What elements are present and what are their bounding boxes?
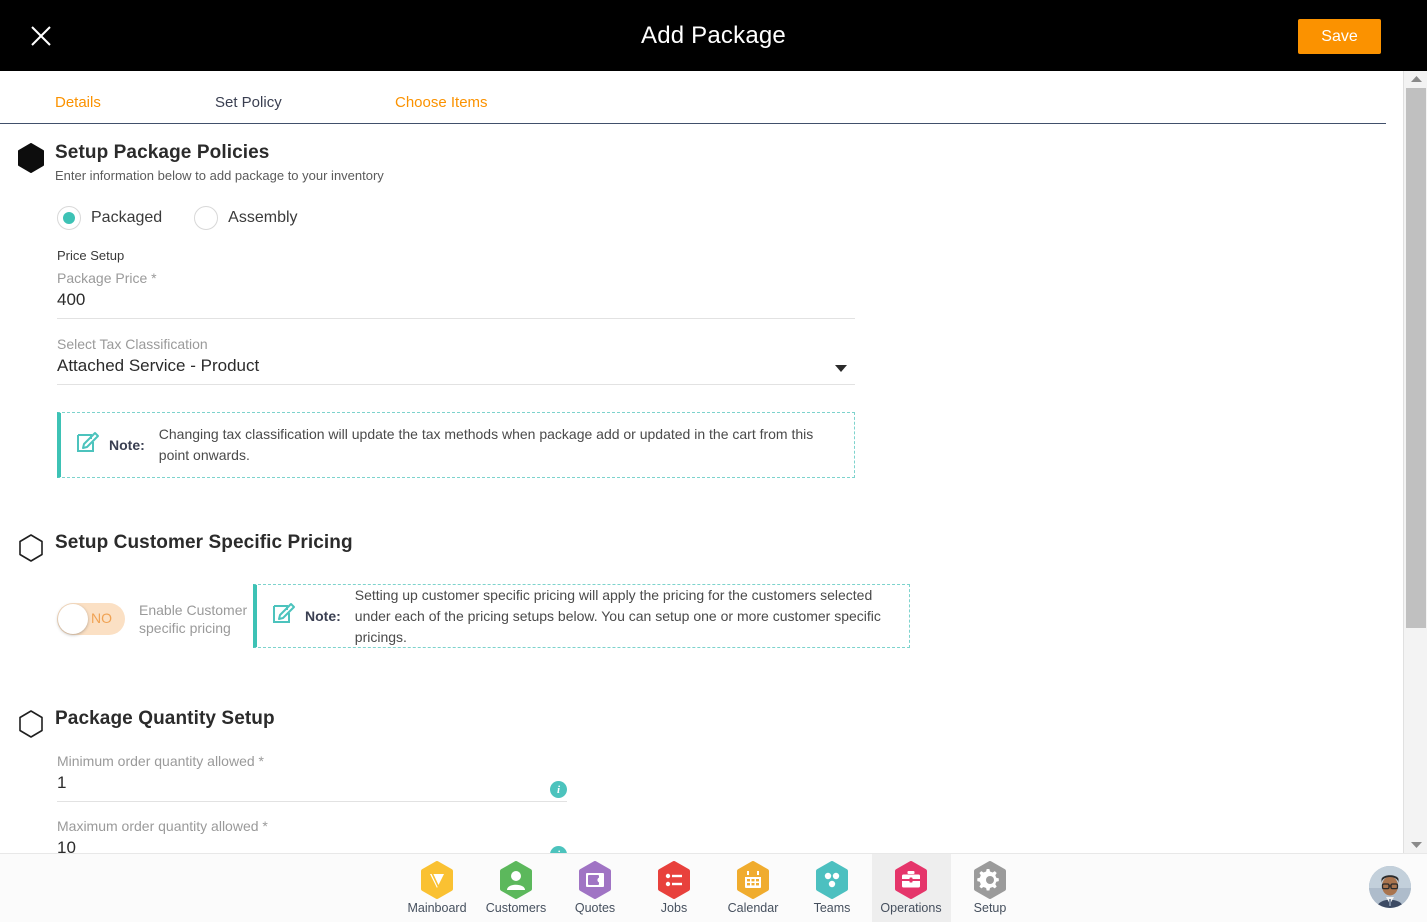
price-setup-caption: Price Setup (57, 248, 125, 263)
teams-icon (813, 861, 851, 899)
list-icon (655, 861, 693, 899)
radio-packaged-label[interactable]: Packaged (91, 209, 162, 227)
policy-form-scroll-area[interactable]: Setup Package Policies Enter information… (0, 124, 1403, 853)
nav-item-mainboard[interactable]: Mainboard (398, 854, 477, 922)
scrollbar-thumb[interactable] (1406, 88, 1426, 628)
vertical-scrollbar[interactable] (1403, 71, 1427, 853)
section-customer-pricing-header: Setup Customer Specific Pricing (17, 532, 353, 563)
radio-packaged-dot (63, 212, 75, 224)
nav-label: Teams (813, 901, 851, 915)
section-title: Setup Package Policies (55, 142, 270, 163)
nav-label: Customers (485, 901, 547, 915)
tax-classification-select[interactable]: Attached Service - Product (57, 352, 855, 385)
nav-label: Setup (973, 901, 1007, 915)
nav-item-teams[interactable]: Teams (793, 854, 872, 922)
tax-classification-label: Select Tax Classification (57, 336, 208, 352)
max-order-qty-label: Maximum order quantity allowed * (57, 818, 268, 834)
scroll-up-arrow-icon[interactable] (1404, 71, 1427, 87)
bottom-navigation-bar: Mainboard Customers Quotes Jobs Calendar… (0, 853, 1427, 922)
section-title: Setup Customer Specific Pricing (55, 532, 353, 553)
note-edit-icon (75, 430, 103, 461)
toggle-state-label: NO (91, 610, 112, 626)
calendar-icon (734, 861, 772, 899)
page-title: Add Package (641, 22, 786, 49)
nav-item-setup[interactable]: Setup (951, 854, 1030, 922)
nav-item-jobs[interactable]: Jobs (635, 854, 714, 922)
tax-note-box: Note: Changing tax classification will u… (57, 412, 855, 478)
note-text: Setting up customer specific pricing wil… (354, 586, 881, 645)
note-text: Changing tax classification will update … (158, 426, 814, 463)
nav-item-calendar[interactable]: Calendar (714, 854, 793, 922)
gear-icon (971, 861, 1009, 899)
max-order-qty-input[interactable]: 10 (57, 834, 567, 853)
max-order-qty-field: Maximum order quantity allowed * 10 i (57, 818, 567, 853)
section-subtitle: Enter information below to add package t… (55, 168, 384, 183)
radio-packaged[interactable] (57, 206, 81, 230)
package-type-radio-group: Packaged Assembly (57, 206, 298, 230)
package-price-label: Package Price * (57, 270, 157, 286)
toggle-knob (58, 604, 88, 634)
min-order-qty-label: Minimum order quantity allowed * (57, 753, 264, 769)
nav-item-customers[interactable]: Customers (477, 854, 556, 922)
tab-choose-items[interactable]: Choose Items (395, 71, 488, 123)
toggle-description: Enable Customer specific pricing (139, 602, 248, 636)
radio-assembly[interactable] (194, 206, 219, 230)
save-button[interactable]: Save (1298, 19, 1381, 54)
section-quantity-setup-header: Package Quantity Setup (17, 708, 275, 739)
tab-bar: Details Set Policy Choose Items (0, 71, 1403, 135)
nav-label: Operations (880, 901, 942, 915)
enable-customer-pricing-toggle[interactable]: NO (57, 603, 125, 635)
mainboard-icon (418, 861, 456, 899)
note-label: Note: (305, 608, 341, 624)
hexagon-outline-icon (17, 709, 45, 739)
min-order-qty-field: Minimum order quantity allowed * 1 i (57, 753, 567, 802)
customer-pricing-toggle-row: NO Enable Customer specific pricing (57, 601, 249, 637)
modal-header: Add Package Save (0, 0, 1427, 71)
nav-item-operations[interactable]: Operations (871, 853, 951, 922)
hexagon-outline-icon (17, 533, 45, 563)
radio-assembly-label[interactable]: Assembly (228, 209, 297, 227)
section-title: Package Quantity Setup (55, 708, 275, 729)
note-edit-icon (271, 601, 299, 632)
tax-classification-field: Select Tax Classification Attached Servi… (57, 336, 855, 385)
add-package-modal: Add Package Save Details Set Policy Choo… (0, 0, 1427, 922)
section-package-policies-header: Setup Package Policies Enter information… (17, 142, 384, 183)
nav-item-quotes[interactable]: Quotes (556, 854, 635, 922)
hexagon-filled-icon (17, 143, 45, 173)
avatar[interactable] (1369, 866, 1411, 908)
note-label: Note: (109, 437, 145, 453)
tab-set-policy[interactable]: Set Policy (215, 71, 395, 123)
scroll-down-arrow-icon[interactable] (1404, 837, 1427, 853)
briefcase-icon (892, 861, 930, 899)
nav-label: Quotes (574, 901, 616, 915)
nav-label: Mainboard (407, 901, 467, 915)
quotes-icon (576, 861, 614, 899)
person-icon (497, 861, 535, 899)
tab-details[interactable]: Details (55, 71, 215, 123)
package-price-field: Package Price * 400 (57, 270, 855, 319)
info-icon[interactable]: i (550, 781, 567, 798)
nav-label: Calendar (727, 901, 779, 915)
nav-label: Jobs (660, 901, 688, 915)
package-price-input[interactable]: 400 (57, 286, 855, 319)
customer-pricing-note-box: Note: Setting up customer specific prici… (253, 584, 910, 648)
min-order-qty-input[interactable]: 1 (57, 769, 567, 802)
chevron-down-icon[interactable] (835, 365, 847, 372)
